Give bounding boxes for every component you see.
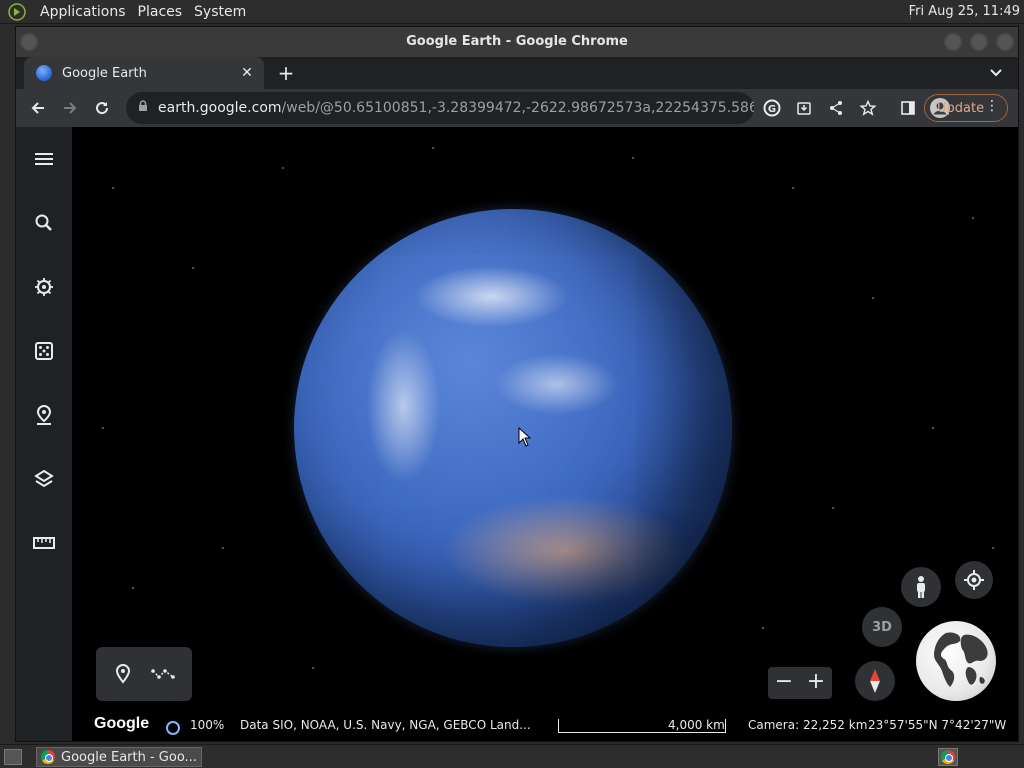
tab-search-chevron-icon[interactable] <box>986 63 1006 83</box>
menu-places[interactable]: Places <box>132 0 189 24</box>
loading-ring-icon <box>166 721 180 735</box>
voyager-icon[interactable] <box>28 271 60 303</box>
address-bar[interactable]: earth.google.com/web/@50.65100851,-3.283… <box>126 92 754 124</box>
close-window-button[interactable] <box>996 33 1014 51</box>
star <box>312 667 314 669</box>
earth-footer: Google 100% Data SIO, NOAA, U.S. Navy, N… <box>72 713 1018 739</box>
url-host: earth.google.com <box>158 100 282 116</box>
star <box>762 627 764 629</box>
tab-strip: Google Earth ✕ + <box>16 57 1018 89</box>
browser-window: Google Earth - Google Chrome Google Eart… <box>15 26 1019 742</box>
menu-system[interactable]: System <box>188 0 252 24</box>
star <box>192 267 194 269</box>
url-path: /web/@50.65100851,-3.28399472,-2622.9867… <box>281 100 754 116</box>
feeling-lucky-icon[interactable] <box>28 335 60 367</box>
bookmark-star-icon[interactable] <box>852 92 884 124</box>
star <box>282 167 284 169</box>
star <box>832 507 834 509</box>
clock[interactable]: Fri Aug 25, 11:49 <box>909 0 1020 24</box>
attribution-text[interactable]: Data SIO, NOAA, U.S. Navy, NGA, GEBCO La… <box>240 718 531 732</box>
zoom-out-button[interactable]: − <box>768 667 800 699</box>
zoom-controls: − + <box>768 667 832 699</box>
star <box>972 217 974 219</box>
star <box>632 157 634 159</box>
chrome-icon <box>41 750 55 764</box>
world-map-icon <box>934 632 988 687</box>
install-app-icon[interactable] <box>788 92 820 124</box>
distro-logo-icon[interactable] <box>6 2 28 22</box>
tray-chrome-icon[interactable] <box>938 748 958 766</box>
reload-icon <box>96 102 109 115</box>
show-desktop-icon[interactable] <box>4 749 22 765</box>
toggle-3d-button[interactable]: 3D <box>862 607 902 647</box>
window-title: Google Earth - Google Chrome <box>406 34 628 49</box>
compass-icon[interactable] <box>855 661 895 701</box>
taskbar-item-label: Google Earth - Goo... <box>61 749 197 765</box>
star <box>432 147 434 149</box>
my-location-icon[interactable] <box>955 561 993 599</box>
window-menu-button[interactable] <box>20 33 38 51</box>
draw-path-icon[interactable] <box>148 659 178 689</box>
forward-arrow-icon <box>64 102 77 114</box>
star <box>872 297 874 299</box>
menu-applications[interactable]: Applications <box>34 0 132 24</box>
google-lens-icon[interactable]: G <box>756 92 788 124</box>
star <box>112 187 114 189</box>
scale-label: 4,000 km <box>668 718 725 732</box>
back-button[interactable] <box>22 92 54 124</box>
search-icon[interactable] <box>28 207 60 239</box>
tab-google-earth[interactable]: Google Earth ✕ <box>24 57 264 89</box>
star <box>222 547 224 549</box>
star <box>102 427 104 429</box>
back-arrow-icon <box>31 102 44 114</box>
lock-icon[interactable] <box>138 100 148 116</box>
camera-altitude: Camera: 22,252 km <box>748 718 868 732</box>
side-panel-icon[interactable] <box>892 92 924 124</box>
more-menu-icon[interactable]: ⋮ <box>985 98 999 114</box>
tab-title: Google Earth <box>62 65 147 81</box>
menu-icon[interactable] <box>28 143 60 175</box>
maximize-button[interactable] <box>970 33 988 51</box>
taskbar-item-chrome[interactable]: Google Earth - Goo... <box>36 747 202 767</box>
svg-text:G: G <box>768 104 776 115</box>
mouse-cursor-icon <box>518 427 532 447</box>
reload-button[interactable] <box>86 92 118 124</box>
google-earth-favicon-icon <box>36 65 52 81</box>
tab-close-icon[interactable]: ✕ <box>238 64 256 82</box>
star <box>132 587 134 589</box>
pegman-street-view-icon[interactable] <box>901 567 941 607</box>
new-tab-button[interactable]: + <box>274 61 298 85</box>
load-percent: 100% <box>190 718 225 732</box>
minimize-button[interactable] <box>944 33 962 51</box>
earth-globe[interactable] <box>294 209 732 647</box>
zoom-in-button[interactable]: + <box>800 667 832 699</box>
update-label: Update <box>937 100 985 116</box>
browser-toolbar: earth.google.com/web/@50.65100851,-3.283… <box>16 89 1018 127</box>
measure-icon[interactable] <box>28 527 60 559</box>
star <box>992 547 994 549</box>
taskbar: Google Earth - Goo... <box>0 744 1024 768</box>
earth-sidebar <box>16 127 72 741</box>
earth-content: 3D − + Google 100% Data SIO, NOAA, U.S. … <box>16 127 1018 741</box>
add-placemark-icon[interactable] <box>108 659 138 689</box>
window-titlebar[interactable]: Google Earth - Google Chrome <box>16 27 1018 57</box>
projects-icon[interactable] <box>28 399 60 431</box>
top-panel: Applications Places System Fri Aug 25, 1… <box>0 0 1024 24</box>
earth-3d-view[interactable]: 3D − + Google 100% Data SIO, NOAA, U.S. … <box>72 127 1018 741</box>
update-button[interactable]: Update ⋮ <box>924 94 1008 122</box>
star <box>792 187 794 189</box>
share-icon[interactable] <box>820 92 852 124</box>
cursor-coordinates: 23°57'55"N 7°42'27"W <box>868 718 1007 732</box>
star <box>932 427 934 429</box>
map-style-icon[interactable] <box>28 463 60 495</box>
place-tools-panel <box>96 647 192 701</box>
google-logo: Google <box>94 715 150 732</box>
forward-button[interactable] <box>54 92 86 124</box>
mini-globe-map[interactable] <box>916 621 996 701</box>
